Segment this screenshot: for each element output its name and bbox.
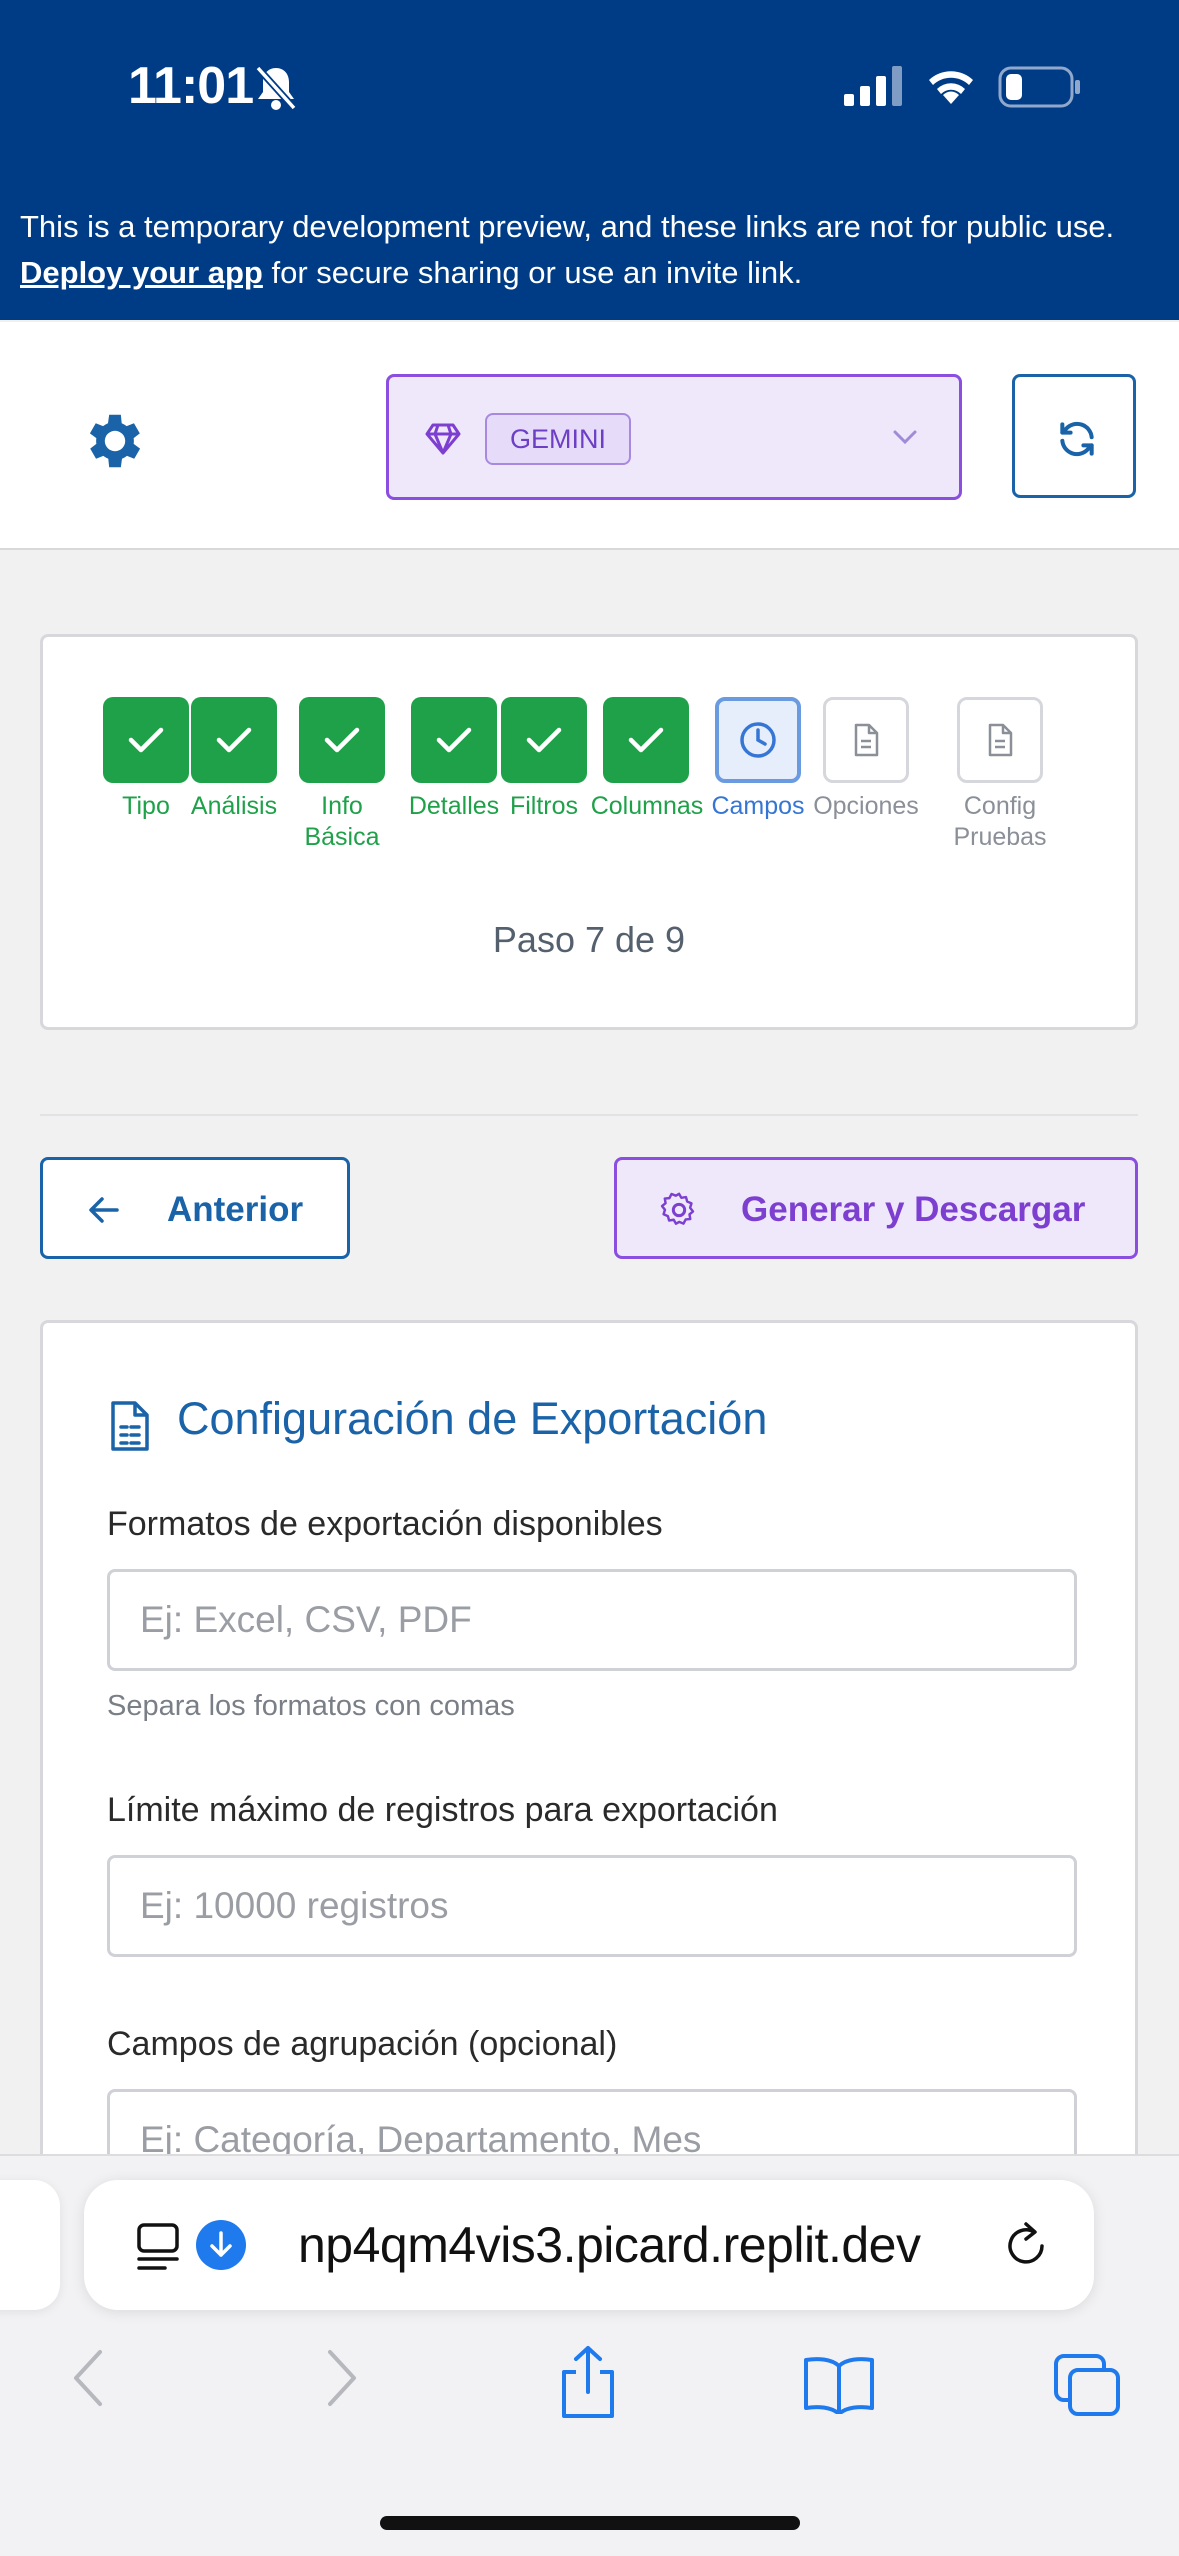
formats-help-text: Separa los formatos con comas (107, 1690, 515, 1722)
model-select[interactable]: GEMINI (386, 374, 962, 500)
step-counter: Paso 7 de 9 (492, 919, 686, 960)
check-icon (128, 727, 164, 753)
gear-icon (660, 1192, 695, 1225)
step-columnas[interactable] (603, 697, 689, 783)
step-info-basica[interactable] (299, 697, 385, 783)
chevron-down-icon (893, 430, 917, 445)
previous-tab-peek[interactable] (0, 2180, 60, 2310)
previous-button[interactable]: Anterior (40, 1157, 350, 1259)
share-icon[interactable] (556, 2344, 620, 2420)
refresh-button[interactable] (1012, 374, 1136, 498)
status-time: 11:01 (128, 57, 254, 115)
step-label: Columnas (590, 792, 704, 820)
wifi-icon (929, 71, 973, 104)
banner-text-part: for secure sharing or use an invite link… (262, 255, 803, 290)
home-indicator (380, 2516, 800, 2530)
limit-label: Límite máximo de registros para exportac… (107, 1791, 778, 1829)
forward-icon[interactable] (322, 2346, 362, 2410)
step-label: Campos (711, 792, 805, 820)
reload-icon[interactable] (1002, 2218, 1052, 2272)
step-filtros[interactable] (501, 697, 587, 783)
generate-download-button[interactable]: Generar y Descargar (614, 1157, 1138, 1259)
check-icon (628, 727, 664, 753)
export-config-card: Configuración de Exportación Formatos de… (40, 1320, 1138, 2220)
address-bar[interactable]: np4qm4vis3.picard.replit.dev (84, 2180, 1094, 2310)
bookmarks-icon[interactable] (802, 2354, 876, 2414)
formats-input[interactable] (107, 1569, 1077, 1671)
step-label: Info Básica (304, 792, 380, 851)
divider (40, 1114, 1138, 1116)
step-tipo[interactable] (103, 697, 189, 783)
step-analisis[interactable] (191, 697, 277, 783)
previous-button-label: Anterior (167, 1190, 304, 1229)
clock-icon (740, 722, 776, 758)
check-icon (216, 727, 252, 753)
download-indicator[interactable] (196, 2220, 246, 2270)
step-opciones[interactable] (823, 697, 909, 783)
model-badge: GEMINI (485, 413, 631, 465)
top-banner-area: 11:01 This is a temporary development pr… (0, 0, 1179, 320)
arrow-down-icon (210, 2231, 232, 2257)
check-icon (324, 727, 360, 753)
arrow-left-icon (89, 1197, 119, 1223)
check-icon (526, 727, 562, 753)
app-header: GEMINI (0, 322, 1179, 550)
document-icon (854, 723, 879, 757)
reader-mode-icon[interactable] (136, 2222, 180, 2272)
file-spreadsheet-icon (111, 1401, 149, 1451)
deploy-app-link[interactable]: Deploy your app (20, 255, 263, 290)
document-icon (988, 723, 1013, 757)
back-icon[interactable] (68, 2346, 108, 2410)
refresh-icon (1060, 421, 1094, 457)
check-icon (436, 727, 472, 753)
battery-icon (998, 66, 1080, 108)
group-label: Campos de agrupación (opcional) (107, 2025, 618, 2063)
limit-input[interactable] (107, 1855, 1077, 1957)
tabs-icon[interactable] (1052, 2352, 1122, 2418)
step-label: Config Pruebas (953, 792, 1047, 851)
stepper-card: Tipo Análisis Info Básica Detalles Filtr… (40, 634, 1138, 1030)
form-title: Configuración de Exportación (177, 1393, 768, 1444)
step-label: Filtros (509, 792, 579, 820)
banner-text-part: This is a temporary development preview,… (20, 209, 1115, 244)
formats-label: Formatos de exportación disponibles (107, 1505, 663, 1543)
settings-gear-icon[interactable] (80, 406, 150, 476)
bell-slash-icon (255, 65, 297, 111)
generate-download-label: Generar y Descargar (741, 1190, 1086, 1229)
cellular-signal-icon (844, 66, 902, 106)
step-detalles[interactable] (411, 697, 497, 783)
preview-banner-text: This is a temporary development preview,… (20, 204, 1160, 296)
step-label: Opciones (813, 792, 919, 820)
url-text: np4qm4vis3.picard.replit.dev (298, 2217, 921, 2273)
step-campos[interactable] (715, 697, 801, 783)
step-config-pruebas[interactable] (957, 697, 1043, 783)
step-label: Análisis (190, 792, 278, 820)
diamond-icon (425, 423, 461, 455)
